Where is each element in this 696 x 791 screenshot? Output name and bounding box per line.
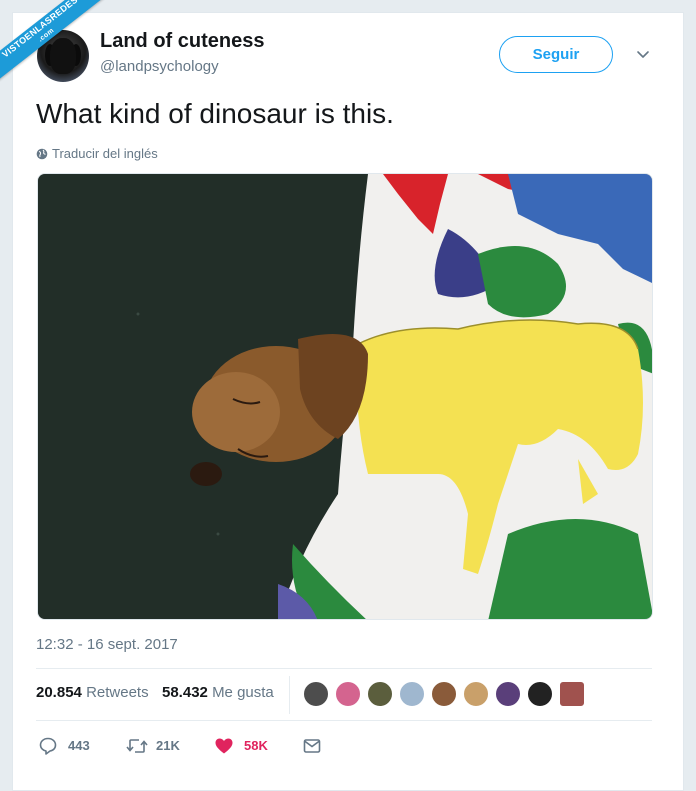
liker-avatar[interactable] (559, 681, 585, 707)
liker-avatar[interactable] (431, 681, 457, 707)
tweet-timestamp[interactable]: 12:32 - 16 sept. 2017 (36, 636, 178, 653)
retweet-icon (126, 739, 148, 753)
retweets-stat[interactable]: 20.854 Retweets (36, 684, 149, 701)
photo-dog-under-dinosaur-blanket (38, 174, 652, 619)
tweet-text: What kind of dinosaur is this. (36, 98, 394, 129)
liker-avatar[interactable] (335, 681, 361, 707)
divider-vertical (289, 676, 290, 714)
likes-label: Me gusta (212, 684, 274, 701)
translate-link[interactable]: Traducir del inglés (36, 146, 158, 161)
liker-avatar[interactable] (303, 681, 329, 707)
retweet-count: 21K (156, 738, 180, 753)
retweets-count: 20.854 (36, 684, 82, 701)
like-count: 58K (244, 738, 268, 753)
reply-count: 443 (68, 738, 90, 753)
dog-face (50, 38, 76, 74)
reply-icon (39, 737, 57, 755)
mail-icon (303, 739, 321, 753)
retweets-label: Retweets (86, 684, 149, 701)
likes-stat[interactable]: 58.432 Me gusta (162, 684, 274, 701)
author-handle[interactable]: @landpsychology (100, 58, 219, 75)
liker-avatar[interactable] (463, 681, 489, 707)
divider (36, 720, 652, 721)
chevron-down-icon[interactable] (633, 44, 653, 64)
liker-avatar[interactable] (367, 681, 393, 707)
translate-label: Traducir del inglés (52, 146, 158, 161)
liker-avatar[interactable] (495, 681, 521, 707)
liker-avatar[interactable] (399, 681, 425, 707)
author-name[interactable]: Land of cuteness (100, 30, 264, 53)
likes-count: 58.432 (162, 684, 208, 701)
follow-button[interactable]: Seguir (499, 36, 613, 73)
tweet-photo[interactable] (37, 173, 653, 620)
heart-icon (215, 738, 233, 754)
liker-avatar[interactable] (527, 681, 553, 707)
divider (36, 668, 652, 669)
globe-icon (36, 148, 48, 160)
